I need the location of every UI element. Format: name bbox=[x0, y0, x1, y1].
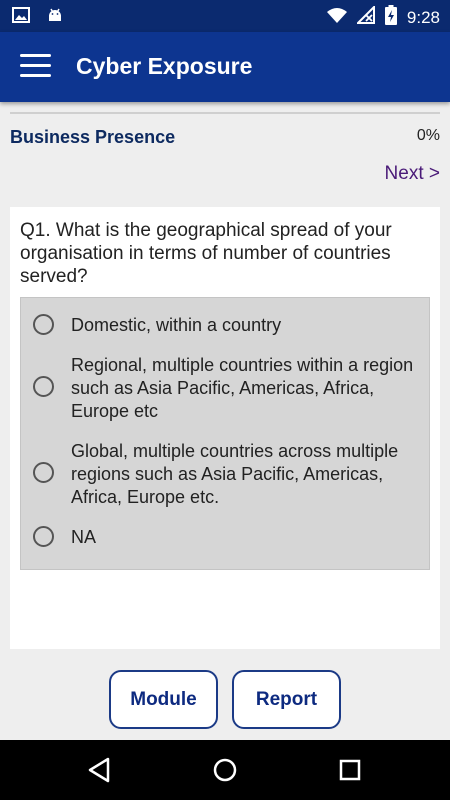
module-button[interactable]: Module bbox=[109, 670, 218, 729]
no-signal-icon bbox=[355, 4, 375, 29]
section-title: Business Presence bbox=[10, 127, 176, 147]
next-link[interactable]: Next > bbox=[385, 163, 440, 185]
recents-icon[interactable] bbox=[337, 756, 363, 789]
navigation-bar bbox=[0, 740, 450, 800]
android-icon bbox=[46, 6, 64, 29]
status-bar: 9:28 bbox=[0, 0, 450, 32]
radio-button[interactable] bbox=[33, 526, 54, 547]
option-label: Global, multiple countries across multip… bbox=[71, 441, 399, 507]
radio-button[interactable] bbox=[33, 462, 54, 483]
wifi-icon bbox=[326, 7, 347, 28]
image-icon bbox=[12, 7, 30, 28]
option-domestic[interactable]: Domestic, within a country bbox=[21, 312, 429, 338]
report-button[interactable]: Report bbox=[232, 670, 341, 729]
option-regional[interactable]: Regional, multiple countries within a re… bbox=[21, 354, 429, 424]
option-na[interactable]: NA bbox=[21, 526, 429, 552]
options-group: Domestic, within a country Regional, mul… bbox=[20, 297, 430, 570]
home-icon[interactable] bbox=[212, 756, 238, 789]
option-label: NA bbox=[71, 527, 97, 547]
app-bar: Cyber Exposure bbox=[0, 32, 450, 102]
option-global[interactable]: Global, multiple countries across multip… bbox=[21, 440, 429, 510]
option-label: Domestic, within a country bbox=[71, 315, 282, 335]
option-label: Regional, multiple countries within a re… bbox=[71, 355, 414, 421]
battery-charging-icon bbox=[384, 5, 397, 30]
question-text: Q1. What is the geographical spread of y… bbox=[20, 220, 392, 287]
back-icon[interactable] bbox=[86, 756, 112, 789]
divider bbox=[10, 112, 440, 114]
question-card: Q1. What is the geographical spread of y… bbox=[10, 207, 440, 649]
radio-button[interactable] bbox=[33, 314, 54, 335]
hamburger-menu-icon[interactable] bbox=[20, 54, 51, 78]
app-title: Cyber Exposure bbox=[76, 53, 253, 79]
status-time: 9:28 bbox=[406, 7, 440, 27]
radio-button[interactable] bbox=[33, 376, 54, 397]
progress-percent: 0% bbox=[416, 127, 440, 144]
